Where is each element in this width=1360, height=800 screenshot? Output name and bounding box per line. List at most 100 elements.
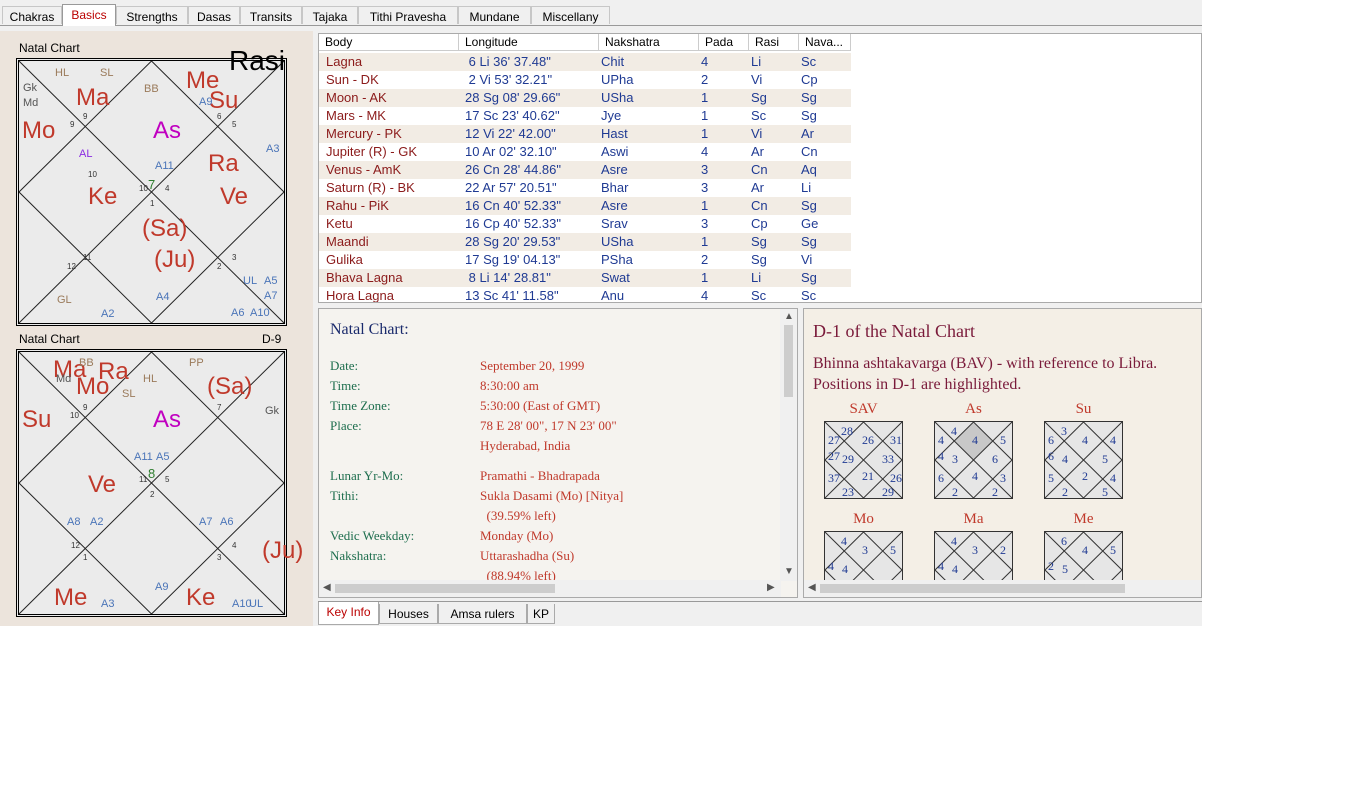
bav-number: 6 [992,452,998,466]
table-row[interactable]: Mercury - PK 12 Vi 22' 42.00" Hast 1 Vi Ar [319,125,851,143]
table-row[interactable]: Hora Lagna 13 Sc 41' 11.58" Anu 4 Sc Sc [319,287,851,302]
bav-number: 6 [1061,534,1067,548]
column-header-longitude[interactable]: Longitude [459,34,599,51]
table-cell: 10 Ar 02' 32.10" [465,144,557,159]
bav-number: 37 [828,471,840,485]
table-row[interactable]: Gulika 17 Sg 19' 04.13" PSha 2 Sg Vi [319,251,851,269]
tab-miscellany[interactable]: Miscellany [531,6,610,24]
horizontal-scrollbar[interactable]: ◀ [804,580,1201,597]
table-row[interactable]: Ketu 16 Cp 40' 52.33" Srav 3 Cp Ge [319,215,851,233]
chart1-planet-su: Su [209,87,239,114]
chart1-gl: GL [57,294,72,306]
tab-tajaka[interactable]: Tajaka [302,6,358,24]
table-cell: Sc [801,54,817,69]
column-header-nakshatra[interactable]: Nakshatra [599,34,699,51]
bav-number: 27 [828,449,840,463]
bav-number: 3 [952,452,958,466]
chart1-planet-mo: Mo [22,117,56,144]
tab-basics[interactable]: Basics [62,4,116,26]
scroll-right-arrow[interactable]: ▶ [767,583,775,593]
scroll-thumb[interactable] [335,584,555,593]
scroll-down-arrow[interactable]: ▼ [784,567,794,577]
chart2-house-num: 9 [83,403,88,412]
table-row[interactable]: Maandi 28 Sg 20' 29.53" USha 1 Sg Sg [319,233,851,251]
table-row[interactable]: Jupiter (R) - GK 10 Ar 02' 32.10" Aswi 4 Ar C… [319,143,851,161]
vertical-scrollbar[interactable]: ▲ ▼ [780,309,797,581]
chart1-bb: BB [144,83,159,95]
info-value: Uttarashadha (Su) [480,548,575,563]
bav-number: 5 [1110,543,1116,557]
column-header-body[interactable]: Body [319,34,459,51]
table-row[interactable]: Mars - MK 17 Sc 23' 40.62" Jye 1 Sc Sg [319,107,851,125]
table-cell: Ar [801,126,814,141]
table-row[interactable]: Lagna 6 Li 36' 37.48" Chit 4 Li Sc [319,53,851,71]
column-header-navamsa[interactable]: Nava... [799,34,851,51]
table-cell: 28 Sg 08' 29.66" [465,90,561,105]
bav-number: 4 [972,469,978,483]
chart1-a5: A5 [264,275,278,287]
table-row[interactable]: Saturn (R) - BK 22 Ar 57' 20.51" Bhar 3 Ar Li [319,179,851,197]
scroll-left-arrow[interactable]: ◀ [808,583,816,593]
bav-number: 2 [992,485,998,499]
horizontal-scrollbar[interactable]: ◀ ▶ [319,580,781,597]
bav-number: 5 [890,543,896,557]
table-cell: Sun - DK [326,72,379,87]
chart1-a3: A3 [266,143,280,155]
table-row[interactable]: Sun - DK 2 Vi 53' 32.21" UPha 2 Vi Cp [319,71,851,89]
scroll-thumb[interactable] [784,325,793,397]
tab-key-info[interactable]: Key Info [318,602,379,625]
table-cell: Lagna [326,54,363,69]
chart2-a8: A8 [67,516,81,528]
table-row[interactable]: Venus - AmK 26 Cn 28' 44.86" Asre 3 Cn Aq [319,161,851,179]
ashtakavarga-pane: D-1 of the Natal Chart Bhinna ashtakavar… [803,308,1202,598]
chart1-a4: A4 [156,291,170,303]
table-cell: 3 [701,162,709,177]
tab-dasas[interactable]: Dasas [188,6,240,24]
table-cell: Sg [801,270,817,285]
bav-number: 4 [842,562,848,576]
bav-number: 5 [1102,485,1108,499]
tab-amsa-rulers[interactable]: Amsa rulers [438,604,527,624]
bav-mini-chart[interactable]: 26 28 27 27 29 37 23 21 29 26 33 31 [824,421,903,499]
bav-number: 4 [1110,471,1116,485]
chart2-gk: Gk [265,405,280,417]
table-cell: Ar [751,180,764,195]
tab-houses[interactable]: Houses [379,604,438,624]
tab-transits[interactable]: Transits [240,6,302,24]
table-row[interactable]: Moon - AK 28 Sg 08' 29.66" USha 1 Sg Sg [319,89,851,107]
info-value: Pramathi - Bhadrapada [480,468,600,483]
tab-strengths[interactable]: Strengths [116,6,188,24]
chart1-house-num: 6 [217,112,222,121]
table-cell: 1 [701,198,709,213]
scroll-up-arrow[interactable]: ▲ [784,312,794,322]
bav-number: 6 [1048,433,1054,447]
table-cell: 26 Cn 28' 44.86" [465,162,562,177]
bav-number: 2 [952,485,958,499]
scroll-left-arrow[interactable]: ◀ [323,583,331,593]
column-header-pada[interactable]: Pada [699,34,749,51]
tab-kp[interactable]: KP [527,604,555,624]
table-row[interactable]: Rahu - PiK 16 Cn 40' 52.33" Asre 1 Cn Sg [319,197,851,215]
navamsa-chart[interactable]: Ma Ra Mo (Sa) Su As Ve (Ju) Me Ke BB Md … [16,349,303,617]
column-header-rasi[interactable]: Rasi [749,34,799,51]
table-cell: 17 Sg 19' 04.13" [465,252,561,267]
chart2-planet-ju: (Ju) [262,537,304,564]
chart2-house-num: 2 [150,490,155,499]
table-cell: 17 Sc 23' 40.62" [465,108,560,123]
tab-mundane[interactable]: Mundane [458,6,531,24]
rasi-chart[interactable]: Rasi Ma Me Su Mo As Ra Ve Ke (Sa) (Ju) H… [16,45,287,326]
chart2-a5: A5 [156,451,170,463]
chart2-house-num: 3 [217,553,222,562]
scroll-thumb[interactable] [820,584,1125,593]
bav-mini-chart[interactable]: 436645225454 [1044,421,1123,499]
bav-number: 4 [938,449,944,463]
chart1-house-num: 9 [83,112,88,121]
table-row[interactable]: Bhava Lagna 8 Li 14' 28.81" Swat 1 Li Sg [319,269,851,287]
bav-mini-chart[interactable]: 444436242365 [934,421,1013,499]
table-cell: Aq [801,162,817,177]
chart1-a7: A7 [264,290,278,302]
tab-tithi-pravesha[interactable]: Tithi Pravesha [358,6,458,24]
table-cell: Sg [801,90,817,105]
table-cell: Cn [801,144,818,159]
tab-chakras[interactable]: Chakras [2,6,62,24]
